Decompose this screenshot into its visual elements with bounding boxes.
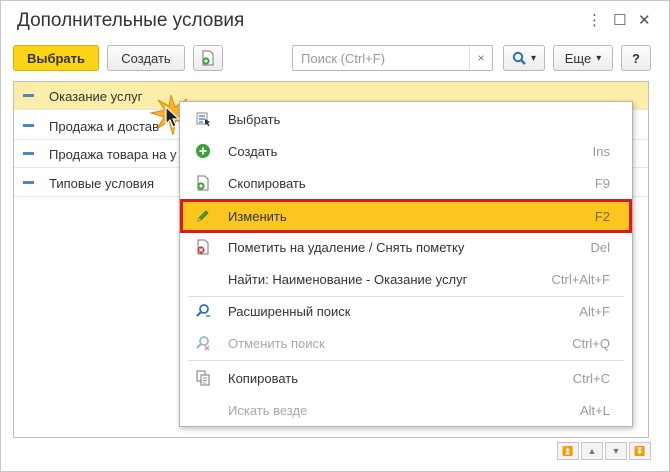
highlight-frame [180, 199, 632, 233]
menu-item-advanced-search[interactable]: Расширенный поиск Alt+F [180, 295, 632, 327]
copy-item-button[interactable] [193, 45, 223, 71]
menu-item-mark-deletion[interactable]: Пометить на удаление / Снять пометку Del [180, 231, 632, 263]
item-marker-icon [23, 152, 34, 155]
more-button-label: Еще [564, 50, 592, 66]
dialog-window: Дополнительные условия ⋮ ☐ ✕ Выбрать Соз… [0, 0, 670, 472]
context-menu: Выбрать Создать Ins Скопировать F9 Измен… [179, 101, 633, 427]
go-last-button[interactable]: ⏬ [629, 442, 651, 460]
item-marker-icon [23, 124, 34, 127]
copy-document-icon [202, 50, 214, 66]
list-item-label: Продажа товара на у [49, 147, 177, 162]
plus-circle-icon [196, 144, 210, 158]
menu-item-find-by-name[interactable]: Найти: Наименование - Оказание услуг Ctr… [180, 263, 632, 295]
select-button[interactable]: Выбрать [13, 45, 99, 71]
maximize-icon[interactable]: ☐ [613, 12, 626, 30]
menu-item-copy-item[interactable]: Скопировать F9 [180, 167, 632, 199]
list-navigation: ⏫ ▲ ▼ ⏬ [557, 442, 653, 460]
select-list-icon [196, 112, 210, 127]
magnifier-icon [512, 51, 526, 65]
more-button[interactable]: Еще ▾ [553, 45, 613, 71]
copy-icon [196, 370, 210, 386]
menu-item-select[interactable]: Выбрать [180, 103, 632, 135]
search-options-button[interactable]: ▾ [503, 45, 545, 71]
copy-document-icon [197, 175, 209, 191]
list-item-label: Оказание услуг [49, 89, 143, 104]
search-clear-button[interactable]: × [469, 46, 492, 70]
go-first-button[interactable]: ⏫ [557, 442, 579, 460]
chevron-down-icon: ▾ [596, 52, 602, 64]
item-marker-icon [23, 94, 34, 97]
item-marker-icon [23, 181, 34, 184]
delete-mark-icon [197, 239, 209, 255]
menu-item-create[interactable]: Создать Ins [180, 135, 632, 167]
menu-separator [188, 360, 624, 361]
close-icon[interactable]: ✕ [638, 12, 651, 30]
list-item-label: Продажа и достав [49, 119, 160, 134]
menu-item-cancel-search[interactable]: Отменить поиск Ctrl+Q [180, 327, 632, 359]
menu-item-copy[interactable]: Копировать Ctrl+C [180, 362, 632, 394]
create-button[interactable]: Создать [107, 45, 185, 71]
more-actions-icon[interactable]: ⋮ [587, 12, 602, 30]
go-down-button[interactable]: ▼ [605, 442, 627, 460]
help-button[interactable]: ? [621, 45, 651, 71]
window-title: Дополнительные условия [17, 10, 245, 31]
go-up-button[interactable]: ▲ [581, 442, 603, 460]
menu-item-search-everywhere[interactable]: Искать везде Alt+L [180, 394, 632, 426]
list-item-label: Типовые условия [49, 176, 155, 191]
search-field[interactable]: × [292, 45, 493, 71]
cancel-search-icon [196, 336, 210, 351]
chevron-down-icon: ▾ [530, 52, 537, 64]
search-input[interactable] [299, 50, 463, 67]
advanced-search-icon [196, 304, 210, 317]
